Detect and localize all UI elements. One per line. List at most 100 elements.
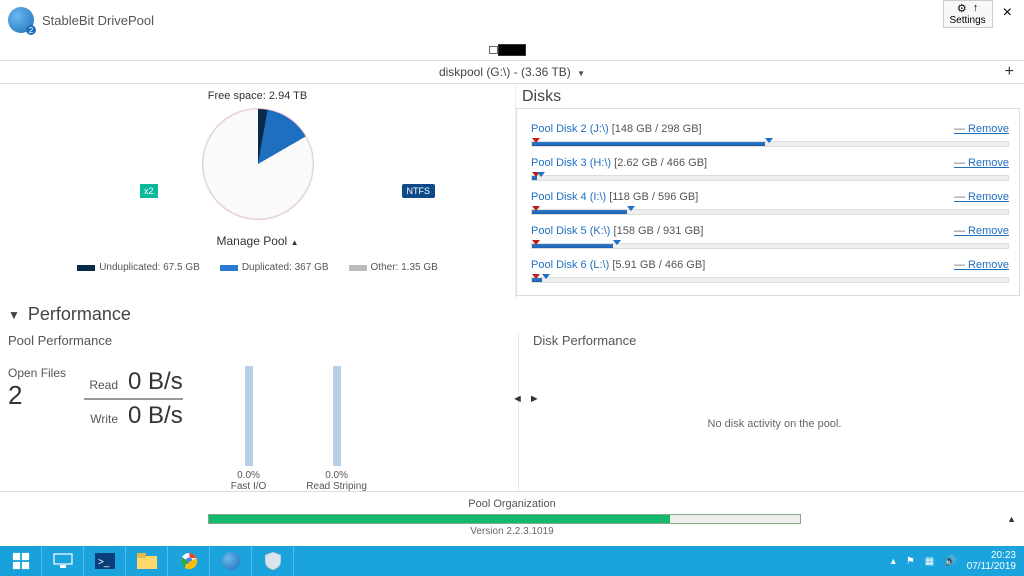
disk-usage-bar: [531, 209, 1009, 215]
manage-pool-label: Manage Pool: [217, 234, 288, 248]
disks-title: Disks: [516, 84, 1024, 108]
settings-label: Settings: [950, 15, 986, 26]
disk-item[interactable]: Pool Disk 2 (J:\) [148 GB / 298 GB] Remov…: [517, 117, 1019, 151]
taskbar-powershell[interactable]: >_: [84, 546, 126, 576]
gear-icon: ⚙: [957, 2, 967, 15]
performance-section: ▼ Performance Pool Performance Open File…: [0, 300, 1024, 491]
disk-item[interactable]: Pool Disk 6 (L:\) [5.91 GB / 466 GB]Remo…: [517, 253, 1019, 287]
computer-bar: [0, 40, 1024, 60]
disk-list: Pool Disk 2 (J:\) [148 GB / 298 GB] Remov…: [516, 108, 1020, 296]
arrow-up-icon: ↑: [973, 2, 979, 15]
disk-item[interactable]: Pool Disk 3 (H:\) [2.62 GB / 466 GB] Remo…: [517, 151, 1019, 185]
legend-duplicated: Duplicated: 367 GB: [220, 262, 329, 273]
taskbar-drivepool[interactable]: [210, 546, 252, 576]
remove-disk-link[interactable]: Remove: [954, 157, 1009, 169]
swatch-icon: [77, 265, 95, 271]
disk-item[interactable]: Pool Disk 4 (I:\) [118 GB / 596 GB] Remov…: [517, 185, 1019, 219]
swatch-icon: [349, 265, 367, 271]
remove-disk-link[interactable]: Remove: [954, 191, 1009, 203]
taskbar-shield-app[interactable]: [252, 546, 294, 576]
pool-organization-progress: [208, 514, 801, 524]
disk-usage-bar: [531, 277, 1009, 283]
disk-label: Pool Disk 2 (J:\): [531, 123, 609, 135]
legend-unduplicated: Unduplicated: 67.5 GB: [77, 262, 200, 273]
read-striping-bar: 0.0% Read Striping: [306, 366, 367, 492]
chevron-up-icon: ▲: [291, 238, 299, 247]
disk-label: Pool Disk 4 (I:\): [531, 191, 606, 203]
write-value: 0 B/s: [128, 402, 183, 430]
remove-disk-link[interactable]: Remove: [954, 123, 1009, 135]
disk-list-scroll[interactable]: Pool Disk 2 (J:\) [148 GB / 298 GB] Remov…: [517, 109, 1019, 295]
read-write-block: Read 0 B/s Write 0 B/s: [84, 366, 183, 432]
open-files-label: Open Files: [8, 366, 66, 380]
pool-selector-bar: diskpool (G:\) - (3.36 TB) ▼ +: [0, 60, 1024, 84]
swatch-icon: [220, 265, 238, 271]
open-files-value: 2: [8, 380, 66, 411]
pool-organization-title: Pool Organization: [8, 498, 1016, 510]
pool-organization-section: Pool Organization ▲ Version 2.2.3.1019: [0, 491, 1024, 539]
legend-other: Other: 1.35 GB: [349, 262, 438, 273]
pool-selector-text: diskpool (G:\) - (3.36 TB): [439, 65, 571, 79]
pool-performance-pane: Pool Performance Open Files 2 Read 0 B/s…: [8, 333, 518, 491]
pool-overview-pane: Free space: 2.94 TB x2 NTFS Manage Pool …: [0, 84, 515, 300]
arrow-left-icon: ◄: [512, 393, 523, 405]
disk-item[interactable]: Pool Disk 5 (K:\) [158 GB / 931 GB] Remov…: [517, 219, 1019, 253]
manage-pool-button[interactable]: Manage Pool ▲: [0, 234, 515, 248]
ntfs-badge[interactable]: NTFS: [402, 184, 436, 198]
tray-volume-icon[interactable]: 🔊: [944, 556, 956, 567]
chevron-up-icon[interactable]: ▲: [1007, 514, 1016, 524]
taskbar-file-explorer[interactable]: [126, 546, 168, 576]
svg-text:>_: >_: [98, 557, 110, 568]
title-bar: StableBit DrivePool ⚙ ↑ Settings ×: [0, 0, 1024, 40]
io-bars: 0.0% Fast I/O 0.0% Read Striping: [231, 366, 367, 492]
pool-performance-title: Pool Performance: [8, 333, 518, 348]
fast-io-bar: 0.0% Fast I/O: [231, 366, 267, 492]
disk-usage: [148 GB / 298 GB]: [612, 123, 702, 135]
monitor-icon[interactable]: [498, 44, 526, 56]
app-icon: [8, 7, 34, 33]
read-value: 0 B/s: [128, 368, 183, 396]
disk-usage: [118 GB / 596 GB]: [609, 191, 698, 203]
taskbar-chrome[interactable]: [168, 546, 210, 576]
chevron-down-icon: ▼: [577, 69, 585, 78]
remove-disk-link[interactable]: Remove: [954, 225, 1009, 237]
read-label: Read: [84, 378, 118, 392]
remove-disk-link[interactable]: Remove: [954, 259, 1009, 271]
disk-usage: [2.62 GB / 466 GB]: [614, 157, 707, 169]
disk-usage-bar: [531, 175, 1009, 181]
taskbar: >_ ▴ ⚑ ▦ 🔊 20:23 07/11/2019: [0, 546, 1024, 576]
write-label: Write: [84, 412, 118, 426]
performance-title: Performance: [28, 304, 131, 325]
disk-performance-title: Disk Performance: [533, 333, 1016, 348]
clock-date: 07/11/2019: [967, 561, 1016, 572]
disk-usage-bar: [531, 141, 1009, 147]
tray-network-icon[interactable]: ▦: [925, 556, 934, 567]
close-button[interactable]: ×: [995, 0, 1020, 26]
disk-label: Pool Disk 5 (K:\): [531, 225, 610, 237]
disk-usage-bar: [531, 243, 1009, 249]
app-title: StableBit DrivePool: [42, 13, 154, 28]
arrow-right-icon: ►: [529, 393, 540, 405]
clock-time: 20:23: [967, 550, 1016, 561]
taskbar-server-manager[interactable]: [42, 546, 84, 576]
free-space-label: Free space: 2.94 TB: [0, 90, 515, 102]
tray-flag-icon[interactable]: ⚑: [906, 556, 915, 567]
system-tray[interactable]: ▴ ⚑ ▦ 🔊 20:23 07/11/2019: [883, 546, 1024, 576]
add-pool-button[interactable]: +: [1005, 63, 1014, 81]
disks-pane: Disks Pool Disk 2 (J:\) [148 GB / 298 GB…: [515, 84, 1024, 300]
start-button[interactable]: [0, 546, 42, 576]
disk-usage: [158 GB / 931 GB]: [614, 225, 704, 237]
pane-divider-arrows[interactable]: ◄ ►: [512, 393, 540, 405]
performance-header[interactable]: ▼ Performance: [8, 304, 1016, 325]
tray-chevron-up-icon[interactable]: ▴: [891, 556, 896, 567]
disk-performance-pane: Disk Performance No disk activity on the…: [518, 333, 1016, 491]
disk-label: Pool Disk 6 (L:\): [531, 259, 609, 271]
taskbar-clock[interactable]: 20:23 07/11/2019: [967, 550, 1016, 572]
open-files: Open Files 2: [8, 366, 66, 411]
chevron-down-icon: ▼: [8, 308, 20, 322]
settings-button[interactable]: ⚙ ↑ Settings: [943, 0, 993, 28]
pool-selector[interactable]: diskpool (G:\) - (3.36 TB) ▼: [439, 65, 585, 79]
disk-label: Pool Disk 3 (H:\): [531, 157, 611, 169]
pool-usage-pie-chart: [202, 108, 314, 220]
duplication-x2-badge[interactable]: x2: [140, 184, 158, 198]
